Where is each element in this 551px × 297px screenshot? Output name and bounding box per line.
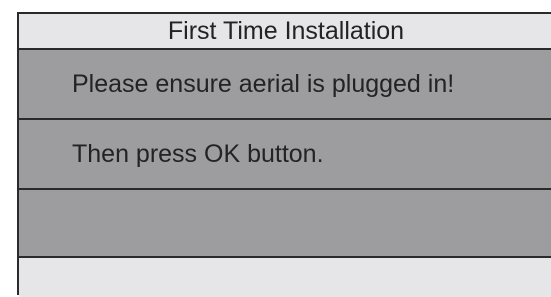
aerial-message-row: Please ensure aerial is plugged in! <box>19 50 551 120</box>
dialog-footer-bar <box>19 258 551 297</box>
empty-row <box>19 190 551 258</box>
aerial-message-text: Please ensure aerial is plugged in! <box>72 69 455 98</box>
press-ok-message-row: Then press OK button. <box>19 120 551 190</box>
press-ok-message-text: Then press OK button. <box>72 139 324 168</box>
dialog-title: First Time Installation <box>19 14 551 50</box>
first-time-installation-dialog: First Time Installation Please ensure ae… <box>17 12 551 297</box>
